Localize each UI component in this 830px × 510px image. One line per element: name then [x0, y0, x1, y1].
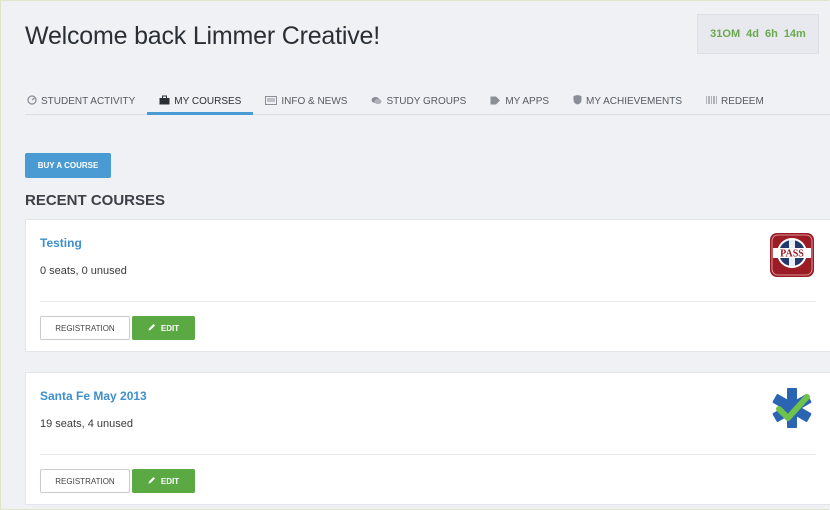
gauge-icon	[27, 95, 37, 108]
pencil-icon	[148, 323, 156, 333]
timer-minutes: 14m	[783, 28, 806, 40]
newspaper-icon	[265, 95, 278, 108]
tab-label: REDEEM	[721, 96, 764, 107]
countdown-timer: 31OM 4d 6h 14m	[697, 14, 819, 54]
course-card: Santa Fe May 2013 19 seats, 4 unused REG…	[25, 372, 830, 505]
buy-course-button[interactable]: BUY A COURSE	[25, 153, 111, 178]
registration-button[interactable]: REGISTRATION	[40, 316, 130, 340]
tab-label: MY ACHIEVEMENTS	[586, 96, 682, 107]
tab-info-news[interactable]: INFO & NEWS	[253, 80, 359, 114]
section-title: RECENT COURSES	[25, 192, 166, 209]
briefcase-icon	[159, 95, 170, 108]
tab-my-courses[interactable]: MY COURSES	[147, 80, 254, 115]
tab-redeem[interactable]: REDEEM	[694, 80, 776, 114]
barcode-icon	[706, 96, 717, 107]
edit-label: EDIT	[160, 476, 180, 486]
tags-icon	[490, 96, 501, 108]
timer-days: 4d	[746, 28, 759, 40]
course-title-link[interactable]: Testing	[40, 236, 82, 250]
tab-label: INFO & NEWS	[281, 96, 348, 107]
divider	[40, 301, 816, 302]
timer-months: 31OM	[710, 28, 741, 40]
tab-my-achievements[interactable]: MY ACHIEVEMENTS	[561, 80, 694, 114]
star-of-life-check-icon	[769, 385, 815, 431]
shield-icon	[573, 95, 582, 108]
page-title: Welcome back Limmer Creative!	[25, 22, 380, 50]
pencil-icon	[148, 476, 156, 486]
course-seats: 0 seats, 0 unused	[40, 265, 127, 277]
main-tabs: STUDENT ACTIVITY MY COURSES INFO & NEWS …	[25, 80, 830, 115]
chat-icon	[371, 96, 382, 108]
tab-my-apps[interactable]: MY APPS	[478, 80, 561, 114]
tab-study-groups[interactable]: STUDY GROUPS	[359, 80, 478, 114]
timer-hours: 6h	[764, 28, 778, 40]
pass-logo-text: PASS	[780, 249, 804, 260]
edit-button[interactable]: EDIT	[132, 469, 195, 493]
edit-button[interactable]: EDIT	[132, 316, 195, 340]
tab-label: MY APPS	[505, 96, 550, 107]
tab-label: STUDY GROUPS	[386, 96, 467, 107]
divider	[40, 454, 816, 455]
course-card: Testing 0 seats, 0 unused REGISTRATION E…	[25, 219, 830, 352]
registration-button[interactable]: REGISTRATION	[40, 469, 130, 493]
tab-student-activity[interactable]: STUDENT ACTIVITY	[25, 80, 147, 114]
tab-label: STUDENT ACTIVITY	[41, 96, 136, 107]
tab-label: MY COURSES	[174, 96, 242, 107]
course-seats: 19 seats, 4 unused	[40, 418, 133, 430]
pass-logo-icon: PASS	[769, 232, 815, 278]
course-title-link[interactable]: Santa Fe May 2013	[40, 389, 147, 403]
edit-label: EDIT	[160, 323, 180, 333]
